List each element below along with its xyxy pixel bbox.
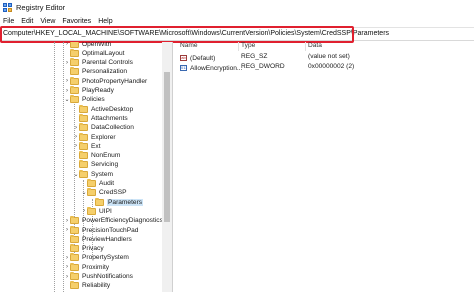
folder-icon	[70, 272, 79, 280]
folder-icon	[70, 76, 79, 85]
tree-item-label: PreviewHandlers	[82, 235, 132, 243]
folder-icon	[70, 262, 79, 271]
value-type: REG_SZ	[241, 53, 268, 60]
tree-item-label: System	[91, 170, 113, 178]
tree-item-label: UIPI	[99, 207, 112, 215]
value-type: REG_DWORD	[241, 63, 285, 70]
tree-item-reliability[interactable]: Reliability	[64, 281, 110, 291]
folder-icon	[79, 151, 88, 160]
value-row[interactable]: ab (Default) REG_SZ (value not set)	[180, 53, 470, 63]
tree-item-label: CredSSP	[99, 189, 127, 197]
tree-item-label: Ext	[91, 142, 101, 150]
value-data: 0x00000002 (2)	[308, 63, 355, 70]
tree-item-label: Attachments	[91, 114, 128, 122]
folder-icon	[79, 113, 88, 122]
folder-icon	[70, 253, 79, 262]
value-data: (value not set)	[308, 53, 350, 60]
folder-icon	[95, 197, 104, 206]
value-name: AllowEncryption...	[190, 64, 243, 72]
tree-guide-line	[54, 42, 55, 292]
tree-item-label: Personalization	[82, 68, 128, 76]
tree-item-label: Proximity	[82, 263, 110, 271]
tree-item-label: Servicing	[91, 161, 119, 169]
folder-icon	[70, 225, 79, 234]
tree-item-label: Reliability	[82, 282, 111, 290]
tree-item-label: Privacy	[82, 245, 104, 253]
value-row[interactable]: 011 AllowEncryption... REG_DWORD 0x00000…	[180, 63, 470, 73]
folder-icon	[70, 216, 79, 225]
menu-view[interactable]: View	[40, 18, 55, 25]
folder-icon	[79, 123, 88, 132]
folder-icon	[79, 104, 88, 113]
folder-icon	[70, 86, 79, 94]
tree-item-label: Explorer	[91, 133, 116, 141]
tree-item-label: ActiveDesktop	[91, 105, 134, 113]
tree-item-label: PlayReady	[82, 87, 114, 94]
column-header-type[interactable]: Type	[241, 42, 255, 51]
column-divider[interactable]	[238, 42, 239, 51]
window-title: Registry Editor	[16, 3, 66, 12]
tree-item-label: NonEnum	[91, 152, 121, 160]
folder-icon	[87, 206, 96, 215]
tree-scrollbar[interactable]	[162, 42, 172, 292]
folder-icon	[70, 244, 79, 253]
folder-icon	[70, 58, 79, 67]
column-header-data[interactable]: Data	[308, 42, 322, 51]
registry-editor-icon	[3, 3, 12, 12]
value-name: (Default)	[190, 54, 216, 62]
string-value-icon: ab	[180, 55, 187, 61]
column-header-name[interactable]: Name	[180, 42, 198, 51]
tree-item-label: PrecisionTouchPad	[82, 226, 139, 234]
folder-icon	[70, 234, 79, 243]
tree-item-label: Parental Controls	[82, 59, 133, 67]
tree-item-label: OptimalLayout	[82, 49, 125, 57]
column-divider[interactable]	[305, 42, 306, 51]
folder-icon	[79, 141, 88, 150]
folder-icon	[79, 160, 88, 169]
menu-edit[interactable]: Edit	[21, 18, 33, 25]
folder-icon	[87, 179, 96, 187]
tree-item-label: OpenWith	[82, 42, 112, 48]
tree-item-label: PushNotifications	[82, 273, 133, 280]
folder-icon	[70, 281, 79, 290]
title-bar: Registry Editor	[0, 0, 474, 15]
folder-icon	[70, 67, 79, 76]
folder-icon	[87, 188, 96, 197]
menu-file[interactable]: File	[3, 18, 14, 25]
folder-icon	[70, 48, 79, 57]
tree-item-label: Policies	[82, 96, 105, 104]
folder-icon	[70, 42, 79, 48]
tree-item-label: Parameters	[107, 198, 144, 206]
menu-help[interactable]: Help	[98, 18, 112, 25]
binary-value-icon: 011	[180, 65, 188, 71]
values-list[interactable]: Name Type Data ab (Default) REG_SZ (valu…	[177, 42, 474, 292]
tree-item-label: PropertySystem	[82, 254, 129, 262]
pane-splitter[interactable]	[172, 42, 173, 292]
tree-item-label: PhotoPropertyHandler	[82, 77, 148, 85]
key-tree[interactable]: › OpenWith OptimalLayout › Parental Controls…	[0, 42, 172, 292]
tree-scroll-thumb[interactable]	[164, 72, 170, 222]
folder-icon	[79, 169, 88, 178]
menu-favorites[interactable]: Favorites	[62, 18, 91, 25]
address-highlight-box	[0, 26, 354, 43]
tree-item-label: PowerEfficiencyDiagnostics	[82, 217, 163, 225]
folder-icon	[79, 132, 88, 141]
tree-item-label: DataCollection	[91, 124, 134, 132]
folder-icon	[70, 95, 79, 104]
tree-item-label: Audit	[99, 180, 115, 187]
